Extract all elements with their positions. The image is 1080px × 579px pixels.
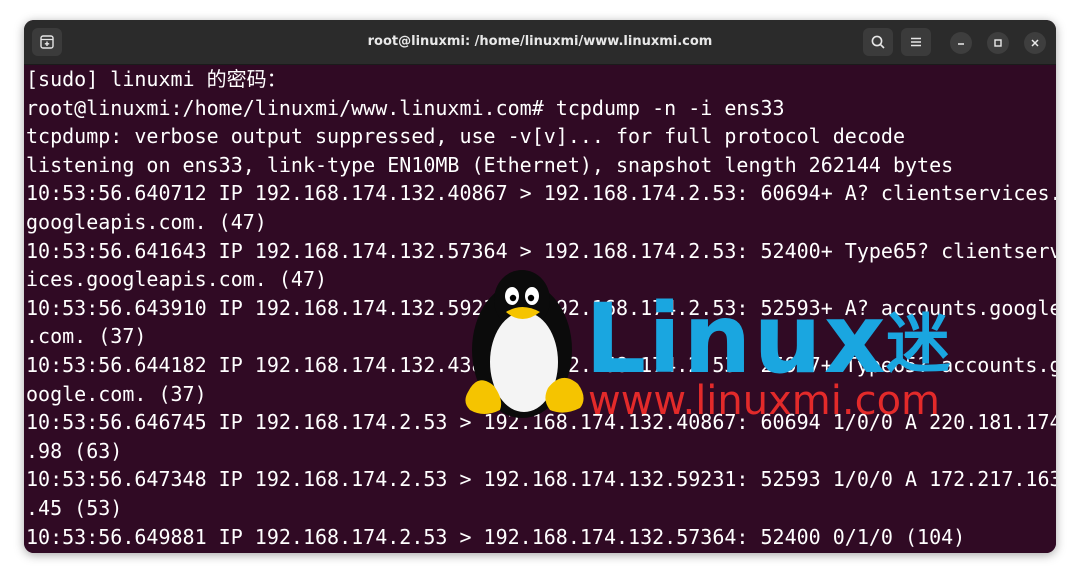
minimize-button[interactable]: [950, 32, 972, 54]
terminal-window: root@linuxmi: /home/linuxmi/www.linuxmi.…: [24, 20, 1056, 553]
maximize-icon: [994, 39, 1002, 47]
terminal-line: listening on ens33, link-type EN10MB (Et…: [26, 152, 954, 177]
terminal-line: 10:53:56.647348 IP 192.168.174.2.53 > 19…: [26, 467, 1056, 492]
terminal-line: 10:53:56.643910 IP 192.168.174.132.59231…: [26, 295, 1056, 320]
terminal-line: 10:53:56.649881 IP 192.168.174.2.53 > 19…: [26, 524, 966, 549]
search-button[interactable]: [863, 28, 893, 56]
terminal-line: tcpdump: verbose output suppressed, use …: [26, 124, 905, 149]
menu-button[interactable]: [901, 28, 931, 56]
search-icon: [871, 35, 885, 49]
terminal-output[interactable]: [sudo] linuxmi 的密码： root@linuxmi:/home/l…: [24, 65, 1056, 553]
title-bar: root@linuxmi: /home/linuxmi/www.linuxmi.…: [24, 20, 1056, 65]
close-button[interactable]: [1024, 32, 1046, 54]
terminal-line: 10:53:56.646745 IP 192.168.174.2.53 > 19…: [26, 410, 1056, 435]
maximize-button[interactable]: [987, 32, 1009, 54]
terminal-line: 10:53:56.640712 IP 192.168.174.132.40867…: [26, 181, 1056, 206]
terminal-line: 10:53:56.641643 IP 192.168.174.132.57364…: [26, 238, 1056, 263]
terminal-line: [sudo] linuxmi 的密码：: [26, 67, 287, 91]
terminal-line: 10:53:56.644182 IP 192.168.174.132.43871…: [26, 353, 1056, 377]
minimize-icon: [958, 43, 964, 45]
terminal-line: .45 (53): [26, 496, 123, 520]
terminal-line: googleapis.com. (47): [26, 210, 267, 234]
hamburger-menu-icon: [911, 37, 921, 47]
terminal-line: .98 (63): [26, 438, 123, 463]
terminal-line: .com. (37): [26, 324, 147, 349]
terminal-line: root@linuxmi:/home/linuxmi/www.linuxmi.c…: [26, 95, 785, 120]
close-icon: [1031, 39, 1039, 47]
terminal-line: oogle.com. (37): [26, 381, 207, 406]
terminal-line: ices.googleapis.com. (47): [26, 267, 328, 292]
